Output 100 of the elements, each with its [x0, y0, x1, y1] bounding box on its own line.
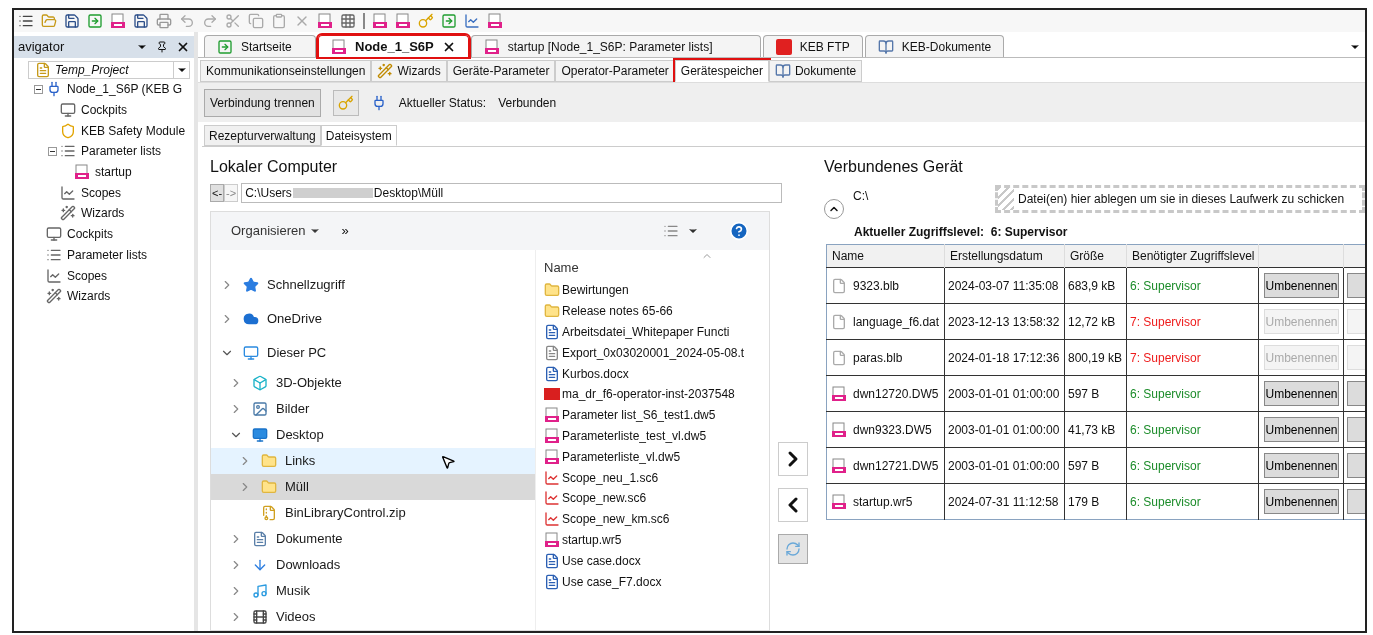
tree-item[interactable]: KEB Safety Module	[80, 121, 187, 140]
file-item[interactable]: Use case.docx	[544, 550, 769, 572]
tree-item[interactable]: Parameter lists	[66, 245, 149, 264]
file-item[interactable]: Use case_F7.docx	[544, 571, 769, 592]
file-item[interactable]: Release notes 65-66	[544, 300, 769, 322]
document-tab[interactable]: KEB FTP	[762, 35, 863, 57]
device-tab[interactable]: Gerätespeicher	[674, 60, 769, 82]
navigation-item[interactable]: Schnellzugriff	[211, 268, 535, 302]
rename-button[interactable]: Umbenennen	[1264, 489, 1339, 514]
file-item[interactable]: Scope_new.sc6	[544, 487, 769, 509]
column-header[interactable]: Name	[544, 258, 769, 280]
navigation-item[interactable]: Links	[211, 448, 535, 474]
rename-button[interactable]: Umbenennen	[1264, 273, 1339, 298]
navigation-item[interactable]: Bilder	[211, 396, 535, 422]
file-item[interactable]: Bewirtungen	[544, 280, 769, 301]
navigation-item[interactable]: OneDrive	[211, 302, 535, 336]
memory-tab[interactable]: Rezepturverwaltung	[204, 125, 321, 146]
tree-item[interactable]: Parameter lists	[80, 142, 163, 161]
path-field[interactable]: C:\Users Desktop\Müll	[241, 183, 782, 203]
tree-item[interactable]: Node_1_S6P (KEB G	[66, 80, 184, 99]
transfer-right-button[interactable]	[778, 442, 808, 476]
navigation-item[interactable]: Müll	[211, 474, 535, 500]
tree-item[interactable]: Wizards	[80, 204, 126, 223]
open-folder-icon[interactable]	[41, 13, 57, 29]
column-header[interactable]: Erstellungsdatum	[944, 244, 1065, 268]
wand-icon	[377, 63, 394, 79]
tree-item[interactable]: Cockpits	[80, 101, 128, 120]
key-icon[interactable]	[418, 13, 434, 29]
file-item[interactable]: ma_dr_f6-operator-inst-2037548	[544, 384, 769, 405]
disconnect-button[interactable]: Verbindung trennen	[204, 88, 321, 117]
rename-button[interactable]: Umbenennen	[1264, 381, 1339, 406]
column-header[interactable]: Benötigter Zugriffslevel	[1126, 244, 1259, 268]
device-tab[interactable]: Kommunikationseinstellungen	[200, 60, 372, 82]
file-item[interactable]: Arbeitsdatei_Whitepaper Functi	[544, 321, 769, 343]
grid-icon[interactable]	[340, 13, 356, 29]
undo-icon[interactable]	[179, 13, 195, 29]
folder-icon	[261, 453, 277, 469]
document-tab[interactable]: Node_1_S6P	[318, 35, 469, 57]
navigation-item[interactable]: Dokumente	[211, 526, 535, 552]
project-selector[interactable]: Temp_Project	[28, 61, 190, 79]
pin-icon[interactable]	[156, 41, 168, 53]
save-icon[interactable]	[133, 13, 149, 29]
document-tab[interactable]: KEB-Dokumente	[864, 35, 1005, 57]
tree-item[interactable]: Scopes	[80, 183, 123, 202]
tree-item[interactable]: Cockpits	[66, 225, 114, 244]
list-icon[interactable]	[18, 13, 34, 29]
file-item[interactable]: Kurbos.docx	[544, 363, 769, 384]
copy-icon[interactable]	[248, 13, 264, 29]
print-icon[interactable]	[156, 13, 172, 29]
key-button[interactable]	[332, 89, 359, 116]
file-item[interactable]: Export_0x03020001_2024-05-08.t	[544, 342, 769, 364]
collapse-toggle[interactable]	[48, 146, 57, 156]
column-header[interactable]: Name	[826, 244, 945, 268]
close-icon[interactable]	[176, 40, 190, 54]
file-item[interactable]: Parameterliste_test_vl.dw5	[544, 425, 769, 447]
more-button[interactable]: »	[341, 221, 349, 241]
navigation-item[interactable]: BinLibraryControl.zip	[211, 500, 535, 526]
file-item[interactable]: Parameter list_S6_test1.dw5	[544, 404, 769, 426]
device-tab[interactable]: Geräte-Parameter	[446, 60, 556, 82]
chart-icon[interactable]	[464, 13, 480, 29]
keb-file-icon	[831, 385, 847, 402]
file-item[interactable]: Parameterliste_vl.dw5	[544, 446, 769, 468]
tree-item[interactable]: Scopes	[66, 266, 109, 285]
collapse-toggle[interactable]	[34, 84, 43, 94]
tree-item[interactable]: startup	[94, 163, 133, 182]
navigation-item[interactable]: Downloads	[211, 552, 535, 578]
cut-icon[interactable]	[225, 13, 241, 29]
navigation-item[interactable]: Videos	[211, 604, 535, 630]
organize-button[interactable]: Organisieren	[231, 221, 322, 241]
file-item[interactable]: Scope_new_km.sc6	[544, 508, 769, 530]
memory-tab[interactable]: Dateisystem	[320, 125, 397, 146]
device-icon	[331, 38, 347, 55]
transfer-left-button[interactable]	[778, 488, 808, 522]
refresh-button[interactable]	[778, 534, 808, 564]
view-icon[interactable]	[663, 223, 679, 239]
save-icon[interactable]	[64, 13, 80, 29]
column-header[interactable]: Größe	[1064, 244, 1127, 268]
table-cell: 41,73 kB	[1064, 411, 1127, 448]
table-cell: 7: Supervisor	[1126, 303, 1259, 340]
document-tab[interactable]: startup [Node_1_S6P: Parameter lists]	[470, 35, 761, 57]
navigation-item[interactable]: Desktop	[211, 422, 535, 448]
device-tab[interactable]: Wizards	[371, 60, 447, 82]
navigation-item[interactable]: 3D-Objekte	[211, 370, 535, 396]
file-item[interactable]: startup.wr5	[544, 529, 769, 551]
forward-button[interactable]: ->	[224, 184, 239, 202]
file-item[interactable]: Scope_neu_1.sc6	[544, 467, 769, 488]
rename-button[interactable]: Umbenennen	[1264, 417, 1339, 442]
help-icon[interactable]	[729, 221, 749, 241]
document-tab[interactable]: Startseite	[204, 35, 316, 57]
rename-button[interactable]: Umbenennen	[1264, 453, 1339, 478]
back-button[interactable]: <-	[210, 184, 225, 202]
table-cell: 179 B	[1064, 483, 1127, 520]
paste-icon[interactable]	[271, 13, 287, 29]
redo-icon[interactable]	[202, 13, 218, 29]
navigation-item[interactable]: Musik	[211, 578, 535, 604]
device-tab[interactable]: Dokumente	[768, 60, 863, 82]
tree-item[interactable]: Wizards	[66, 287, 112, 306]
drop-zone[interactable]: Datei(en) hier ablegen um sie in dieses Laufwerk zu schicken	[995, 185, 1365, 213]
device-tab[interactable]: Operator-Parameter	[555, 60, 675, 82]
navigation-item[interactable]: Dieser PC	[211, 336, 535, 370]
